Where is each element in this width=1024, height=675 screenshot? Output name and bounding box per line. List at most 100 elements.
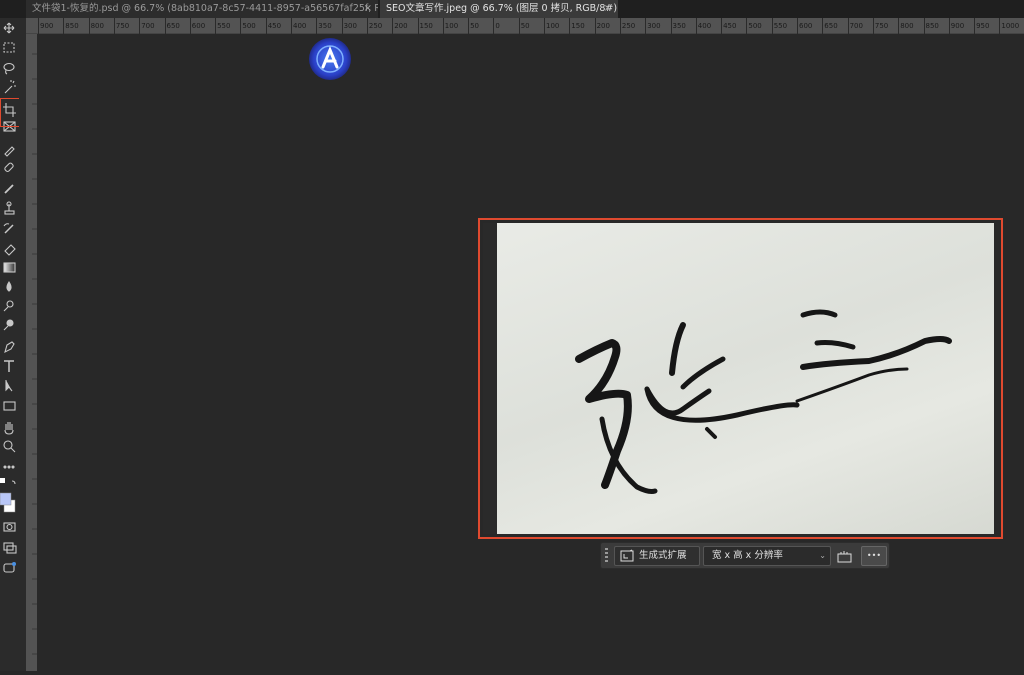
healing-brush-icon (4, 162, 14, 172)
ruler-tick-mark (493, 18, 495, 34)
ruler-tick-mark (898, 18, 900, 34)
ruler-tick-label: 350 (318, 22, 332, 30)
ruler-tick-label: 350 (672, 22, 686, 30)
ruler-tick-label: 300 (647, 22, 661, 30)
ruler-tick-label: 900 (950, 22, 965, 30)
tools-panel (0, 18, 35, 671)
eraser-icon (4, 244, 16, 256)
ruler-tick-label: 950 (976, 22, 990, 30)
ruler-tick-label: 700 (141, 22, 155, 30)
blur-icon (6, 281, 12, 292)
ruler-tick-label: 800 (90, 22, 104, 30)
ruler-gap (19, 18, 26, 671)
generative-expand-icon (620, 549, 634, 562)
size-resolution-select[interactable]: 宽 x 高 x 分辨率 ⌄ (703, 546, 831, 566)
ruler-tick-mark (822, 18, 824, 34)
ruler-tick-mark (518, 18, 520, 34)
history-brush-icon (3, 223, 14, 234)
more-options-button[interactable]: ••• (861, 546, 887, 566)
ruler-tick-label: 150 (571, 22, 585, 30)
size-select-value: 宽 x 高 x 分辨率 (712, 550, 783, 561)
path-select-icon (5, 380, 13, 392)
ruler-tick-label: 150 (419, 22, 433, 30)
ruler-tick-mark (999, 18, 1001, 34)
foreground-color-swatch (0, 492, 12, 506)
ruler-tick-mark (189, 18, 191, 34)
vertical-ruler[interactable] (26, 34, 37, 671)
default-colors-icon (0, 478, 5, 483)
hand-icon (4, 422, 14, 435)
ruler-tick-label: 450 (723, 22, 737, 30)
generative-expand-button[interactable]: 生成式扩展 (614, 546, 700, 566)
ruler-tick-label: 300 (343, 22, 357, 30)
document-tab-jpeg[interactable]: SEO文章写作.jpeg @ 66.7% (图层 0 拷贝, RGB/8#) *… (380, 0, 618, 18)
ruler-tick-label: 1000 (1001, 22, 1020, 30)
gradient-icon (3, 262, 16, 273)
marquee-icon (3, 42, 15, 53)
close-icon[interactable]: × (604, 0, 612, 17)
ruler-tick-mark (88, 18, 90, 34)
dodge-icon (3, 300, 14, 312)
ruler-tick-label: 850 (65, 22, 79, 30)
crop-tool-button[interactable] (2, 95, 18, 111)
rectangle-icon (3, 401, 16, 411)
ruler-tick-mark (797, 18, 798, 34)
ruler-tick-label: 0 (495, 22, 500, 30)
ruler-tick-label: 250 (368, 22, 383, 30)
ruler-tick-mark (139, 18, 141, 34)
contextual-task-bar: 生成式扩展 宽 x 高 x 分辨率 ⌄ ••• (600, 542, 890, 569)
ruler-tick-mark (63, 18, 65, 34)
crop-presets-icon[interactable] (837, 549, 853, 563)
ruler-tick-mark (417, 18, 419, 34)
ruler-tick-mark (240, 18, 242, 34)
ruler-tick-mark (113, 18, 115, 34)
more-icon: ••• (866, 551, 882, 560)
ruler-tick-label: 200 (394, 22, 408, 30)
ruler-tick-label: 400 (293, 22, 307, 30)
ruler-tick-mark (569, 18, 571, 34)
ruler-tick-mark (366, 18, 368, 34)
ruler-tick-mark (468, 18, 470, 34)
ruler-tick-mark (948, 18, 950, 34)
ruler-tick-mark (594, 18, 596, 34)
ruler-tick-label: 550 (217, 22, 231, 30)
plugin-logo[interactable] (309, 38, 351, 80)
ruler-tick-mark (721, 18, 723, 34)
tab-label: SEO文章写作.jpeg @ 66.7% (图层 0 拷贝, RGB/8#) * (386, 3, 618, 14)
ruler-tick-mark (341, 18, 343, 34)
ruler-tick-label: 400 (697, 22, 712, 30)
ruler-tick-mark (265, 18, 267, 34)
lasso-icon (3, 62, 15, 75)
ruler-tick-label: 500 (748, 22, 762, 30)
logo-a-icon (316, 45, 344, 73)
quick-mask-icon (3, 522, 16, 532)
ruler-tick-label: 650 (166, 22, 180, 30)
document-tab-psd[interactable]: 文件袋1-恢复的.psd @ 66.7% (8ab810a7-8c57-4411… (26, 0, 378, 18)
ruler-tick-label: 100 (444, 22, 459, 30)
pen-icon (4, 341, 15, 354)
ruler-tick-label: 600 (191, 22, 206, 30)
ruler-tick-mark (38, 18, 39, 34)
move-icon (3, 22, 15, 34)
zoom-icon (3, 440, 16, 453)
ruler-tick-mark (442, 18, 444, 34)
eyedropper-icon (4, 146, 15, 157)
horizontal-ruler[interactable]: 900 850 800 750 700 650 600 550 500 450 400 350 300 2… (26, 18, 1024, 34)
image-selection-highlight (478, 218, 1003, 539)
burn-icon (3, 319, 14, 331)
document-tab-bar: 文件袋1-恢复的.psd @ 66.7% (8ab810a7-8c57-4411… (0, 0, 1024, 18)
ruler-tick-mark (923, 18, 925, 34)
ruler-tick-label: 650 (824, 22, 838, 30)
close-icon[interactable]: × (364, 0, 372, 17)
share-icon (3, 562, 16, 573)
ruler-tick-mark (291, 18, 292, 34)
ruler-tick-label: 450 (267, 22, 282, 30)
ruler-tick-mark (215, 18, 217, 34)
ruler-tick-label: 500 (242, 22, 256, 30)
chevron-down-icon: ⌄ (819, 551, 826, 560)
drag-handle-icon[interactable] (605, 548, 608, 564)
ruler-tick-label: 900 (40, 22, 54, 30)
ruler-tick-mark (544, 18, 545, 34)
brush-icon (4, 184, 14, 194)
ruler-tick-mark (695, 18, 697, 34)
